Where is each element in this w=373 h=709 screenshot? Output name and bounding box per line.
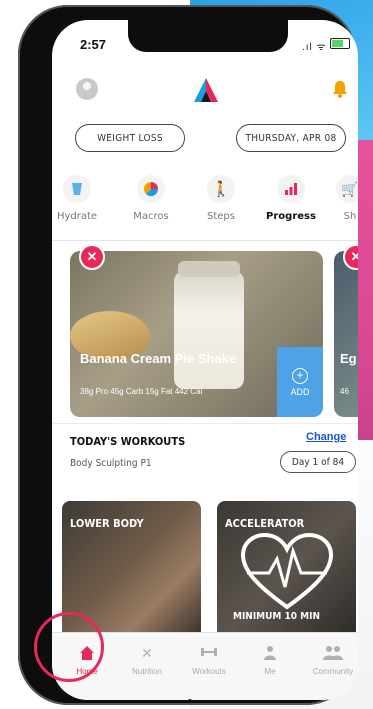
tab-label: Me bbox=[264, 667, 276, 676]
bar-chart-icon bbox=[277, 175, 305, 203]
workout-title: LOWER BODY bbox=[70, 517, 144, 530]
phone-frame: 2:57 .ıl ᯤ WEIGHT LOSS THURSDAY, APR 08 … bbox=[18, 5, 358, 705]
plus-icon: + bbox=[292, 367, 308, 384]
dumbbell-icon bbox=[181, 645, 237, 663]
workout-subtitle: MINIMUM 10 MIN bbox=[233, 611, 320, 622]
nav-label: Steps bbox=[207, 211, 235, 222]
nav-macros[interactable]: Macros bbox=[121, 175, 181, 222]
utensils-icon: ✕ bbox=[141, 645, 153, 661]
divider bbox=[52, 423, 358, 424]
add-label: ADD bbox=[290, 386, 310, 397]
person-icon bbox=[242, 645, 298, 663]
nav-steps[interactable]: 🚶 Steps bbox=[191, 175, 251, 222]
avatar[interactable] bbox=[76, 78, 98, 100]
status-bar: 2:57 .ıl ᯤ bbox=[52, 20, 358, 64]
nav-progress[interactable]: Progress bbox=[261, 175, 321, 222]
bell-icon[interactable] bbox=[332, 80, 348, 98]
add-recipe-button[interactable]: + ADD bbox=[277, 347, 323, 417]
people-icon bbox=[305, 645, 358, 663]
goal-pill[interactable]: WEIGHT LOSS bbox=[75, 124, 185, 152]
tab-nutrition[interactable]: ✕ Nutrition bbox=[119, 645, 175, 676]
walking-icon: 🚶 bbox=[207, 175, 235, 203]
status-time: 2:57 bbox=[80, 37, 107, 52]
glass-icon bbox=[63, 175, 91, 203]
nav-label: Progress bbox=[266, 211, 316, 222]
battery-icon bbox=[330, 38, 350, 49]
recipe-card[interactable]: Banana Cream Pie Shake 38g Pro 45g Carb … bbox=[70, 251, 323, 417]
quick-nav: Hydrate Macros 🚶 Steps Progress 🛒 Sh bbox=[52, 175, 358, 241]
tab-label: Community bbox=[312, 667, 354, 676]
nav-label: Sh bbox=[343, 211, 357, 222]
home-indicator bbox=[188, 699, 192, 700]
phone-screen: 2:57 .ıl ᯤ WEIGHT LOSS THURSDAY, APR 08 … bbox=[52, 20, 358, 700]
signal-wifi-icon: .ıl ᯤ bbox=[302, 42, 327, 53]
nav-label: Macros bbox=[133, 211, 169, 222]
workouts-heading: TODAY'S WORKOUTS bbox=[70, 435, 186, 448]
notch bbox=[128, 20, 288, 52]
close-icon[interactable]: ✕ bbox=[79, 244, 105, 270]
day-pill[interactable]: Day 1 of 84 bbox=[280, 451, 356, 473]
tab-label: Nutrition bbox=[132, 667, 162, 676]
cart-icon: 🛒 bbox=[336, 175, 358, 203]
tab-community[interactable]: Community bbox=[305, 645, 358, 676]
pie-chart-icon bbox=[137, 175, 165, 203]
recipe-title-next: Eg bbox=[340, 351, 357, 366]
recipe-image-jar bbox=[174, 261, 244, 389]
recipe-macros-next: 46 bbox=[340, 387, 349, 396]
nav-shop[interactable]: 🛒 Sh bbox=[320, 175, 358, 222]
tab-workouts[interactable]: Workouts bbox=[181, 645, 237, 676]
nav-hydrate[interactable]: Hydrate bbox=[52, 175, 107, 222]
recipe-card-next[interactable]: Eg 46 bbox=[334, 251, 358, 417]
recipe-title: Banana Cream Pie Shake bbox=[80, 351, 237, 366]
date-pill[interactable]: THURSDAY, APR 08 bbox=[236, 124, 346, 152]
change-link[interactable]: Change bbox=[306, 431, 346, 443]
nav-label: Hydrate bbox=[56, 211, 98, 222]
workout-card-accelerator[interactable]: ACCELERATOR MINIMUM 10 MIN bbox=[217, 501, 356, 643]
tab-me[interactable]: Me bbox=[242, 645, 298, 676]
app-logo bbox=[194, 78, 218, 102]
heart-rate-icon bbox=[240, 532, 334, 610]
program-name: Body Sculpting P1 bbox=[70, 458, 152, 469]
recipe-macros: 38g Pro 45g Carb 15g Fat 442 Cal bbox=[80, 387, 203, 396]
workout-title: ACCELERATOR bbox=[225, 517, 305, 530]
tab-label: Workouts bbox=[192, 667, 226, 676]
highlight-ring bbox=[34, 612, 104, 682]
